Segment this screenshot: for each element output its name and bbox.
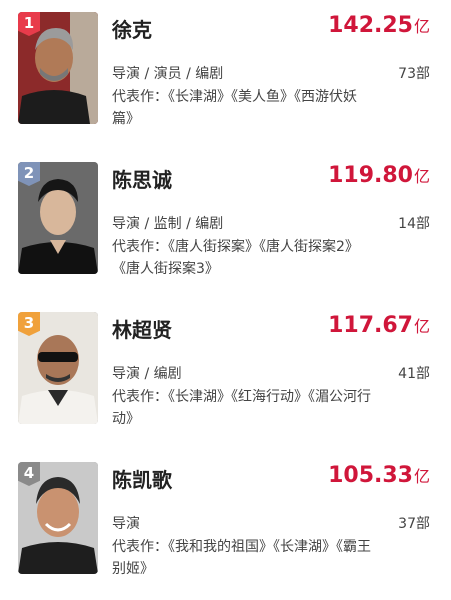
- film-count: 73部: [398, 66, 430, 82]
- box-office-value: 142.25: [328, 13, 413, 38]
- box-office-total: 105.33亿: [328, 463, 430, 488]
- director-name[interactable]: 陈凯歌: [112, 464, 172, 493]
- director-photo[interactable]: 2: [18, 162, 98, 274]
- box-office-unit: 亿: [413, 167, 430, 186]
- representative-works: 代表作：《长津湖》《美人鱼》《西游伏妖篇》: [112, 89, 357, 127]
- film-count: 41部: [398, 366, 430, 382]
- director-roles: 导演 / 编剧: [112, 366, 182, 382]
- representative-works: 代表作：《长津湖》《红海行动》《湄公河行动》: [112, 389, 371, 427]
- representative-works: 代表作：《唐人街探案》《唐人街探案2》《唐人街探案3》: [112, 239, 359, 277]
- director-photo[interactable]: 1: [18, 12, 98, 124]
- director-name[interactable]: 陈思诚: [112, 164, 172, 193]
- director-roles: 导演 / 监制 / 编剧: [112, 216, 224, 232]
- box-office-value: 105.33: [328, 463, 413, 488]
- director-roles: 导演 / 演员 / 编剧: [112, 66, 224, 82]
- box-office-total: 117.67亿: [328, 313, 430, 338]
- director-row[interactable]: 1 徐克 142.25亿 导演 / 演员 / 编剧 73部 代表作：《长津湖》《…: [0, 0, 451, 150]
- box-office-total: 142.25亿: [328, 13, 430, 38]
- director-name[interactable]: 林超贤: [112, 314, 172, 343]
- director-name[interactable]: 徐克: [112, 14, 152, 43]
- director-ranking-list: 1 徐克 142.25亿 导演 / 演员 / 编剧 73部 代表作：《长津湖》《…: [0, 0, 451, 593]
- box-office-value: 117.67: [328, 313, 413, 338]
- director-photo[interactable]: 3: [18, 312, 98, 424]
- box-office-value: 119.80: [328, 163, 413, 188]
- representative-works: 代表作：《我和我的祖国》《长津湖》《霸王别姬》: [112, 539, 371, 577]
- director-row[interactable]: 2 陈思诚 119.80亿 导演 / 监制 / 编剧 14部 代表作：《唐人街探…: [0, 150, 451, 300]
- director-row[interactable]: 3 林超贤 117.67亿 导演 / 编剧 41部 代表作：《长津湖》《红海行动…: [0, 300, 451, 450]
- director-roles: 导演: [112, 516, 140, 532]
- box-office-total: 119.80亿: [328, 163, 430, 188]
- director-row[interactable]: 4 陈凯歌 105.33亿 导演 37部 代表作：《我和我的祖国》《长津湖》《霸…: [0, 450, 451, 600]
- director-photo[interactable]: 4: [18, 462, 98, 574]
- box-office-unit: 亿: [413, 317, 430, 336]
- box-office-unit: 亿: [413, 17, 430, 36]
- film-count: 37部: [398, 516, 430, 532]
- box-office-unit: 亿: [413, 467, 430, 486]
- film-count: 14部: [398, 216, 430, 232]
